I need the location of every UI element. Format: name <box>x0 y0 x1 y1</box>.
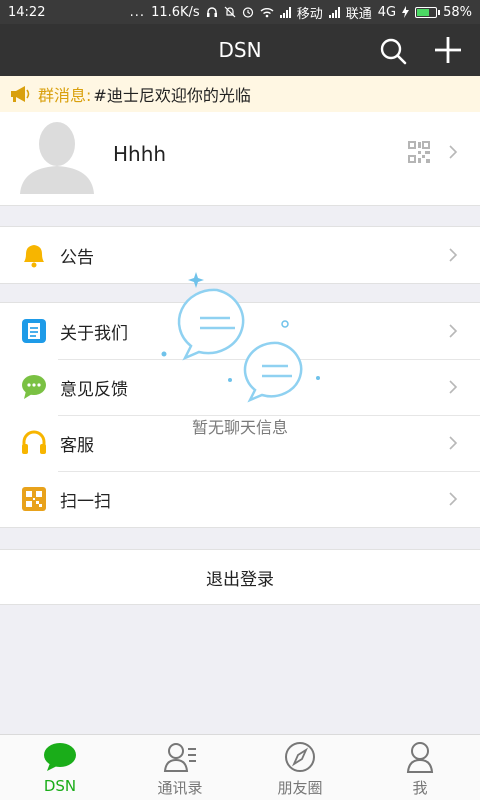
megaphone-icon <box>11 86 30 102</box>
chevron-right-icon <box>449 324 458 338</box>
tab-contacts-label: 通讯录 <box>157 779 203 797</box>
carrier-1: 移动 <box>296 6 323 22</box>
scan-qr-icon <box>22 487 46 511</box>
menu-item-scan[interactable]: 扫一扫 <box>0 471 480 527</box>
tab-me-label: 我 <box>412 779 428 797</box>
menu-item-announcement[interactable]: 公告 <box>0 227 480 283</box>
status-speed: 11.6K/s <box>151 4 200 20</box>
chat-bubble-icon <box>44 743 76 771</box>
bottom-nav: DSN 通讯录 朋友圈 我 <box>0 734 480 800</box>
menu-item-service[interactable]: 客服 <box>0 415 480 471</box>
mute-status-icon <box>224 6 236 18</box>
chevron-right-icon <box>449 380 458 394</box>
document-icon <box>22 319 46 343</box>
qr-code-icon[interactable] <box>407 140 431 164</box>
tab-dsn[interactable]: DSN <box>0 735 120 800</box>
bell-icon <box>24 245 44 268</box>
battery-percent: 58% <box>443 4 472 20</box>
network-type: 4G <box>377 4 397 20</box>
chevron-right-icon <box>449 145 458 159</box>
wifi-status-icon <box>260 7 274 17</box>
chevron-right-icon <box>449 436 458 450</box>
contacts-icon <box>163 743 196 772</box>
status-dots: ... <box>129 4 146 20</box>
menu-item-feedback[interactable]: 意见反馈 <box>0 359 480 415</box>
compass-icon <box>285 742 315 772</box>
scan-label: 扫一扫 <box>60 491 111 512</box>
headphone-status-icon <box>206 7 217 17</box>
tab-dsn-label: DSN <box>43 777 77 795</box>
about-label: 关于我们 <box>60 323 128 344</box>
person-icon <box>406 742 434 773</box>
chevron-right-icon <box>449 248 458 262</box>
signal-2-icon <box>328 6 340 18</box>
feedback-chat-icon <box>22 375 46 399</box>
status-icons: ... 11.6K/s 移动 联通 4G 58% <box>130 3 472 22</box>
title-bar: DSN <box>0 24 480 76</box>
tab-me[interactable]: 我 <box>360 735 480 800</box>
chevron-right-icon <box>449 492 458 506</box>
announcement-label: 公告 <box>60 247 94 268</box>
announcement-group: 公告 <box>0 226 480 284</box>
notice-label: 群消息: <box>38 86 92 105</box>
search-icon[interactable] <box>378 36 408 66</box>
group-notice-bar[interactable]: 群消息: #迪士尼欢迎你的光临 <box>0 76 480 112</box>
battery-icon <box>415 6 441 18</box>
headset-icon <box>22 430 46 454</box>
alarm-status-icon <box>242 7 253 18</box>
avatar <box>18 116 96 194</box>
logout-button[interactable]: 退出登录 <box>0 549 480 605</box>
status-bar: 14:22 ... 11.6K/s 移动 联通 4G 58% <box>0 0 480 24</box>
profile-name: Hhhh <box>113 142 167 166</box>
notice-text: #迪士尼欢迎你的光临 <box>93 86 251 105</box>
menu-group: 关于我们 意见反馈 客服 扫一扫 <box>0 302 480 528</box>
tab-moments[interactable]: 朋友圈 <box>240 735 360 800</box>
profile-card[interactable]: Hhhh <box>0 112 480 206</box>
menu-item-about[interactable]: 关于我们 <box>0 303 480 359</box>
signal-1-icon <box>279 6 291 18</box>
tab-contacts[interactable]: 通讯录 <box>120 735 240 800</box>
plus-icon[interactable] <box>432 34 464 66</box>
page-title: DSN <box>218 38 262 62</box>
carrier-2: 联通 <box>345 6 372 22</box>
feedback-label: 意见反馈 <box>60 379 128 400</box>
charging-bolt-icon <box>402 6 410 18</box>
service-label: 客服 <box>60 435 94 456</box>
status-time: 14:22 <box>8 4 46 20</box>
tab-moments-label: 朋友圈 <box>277 779 323 797</box>
